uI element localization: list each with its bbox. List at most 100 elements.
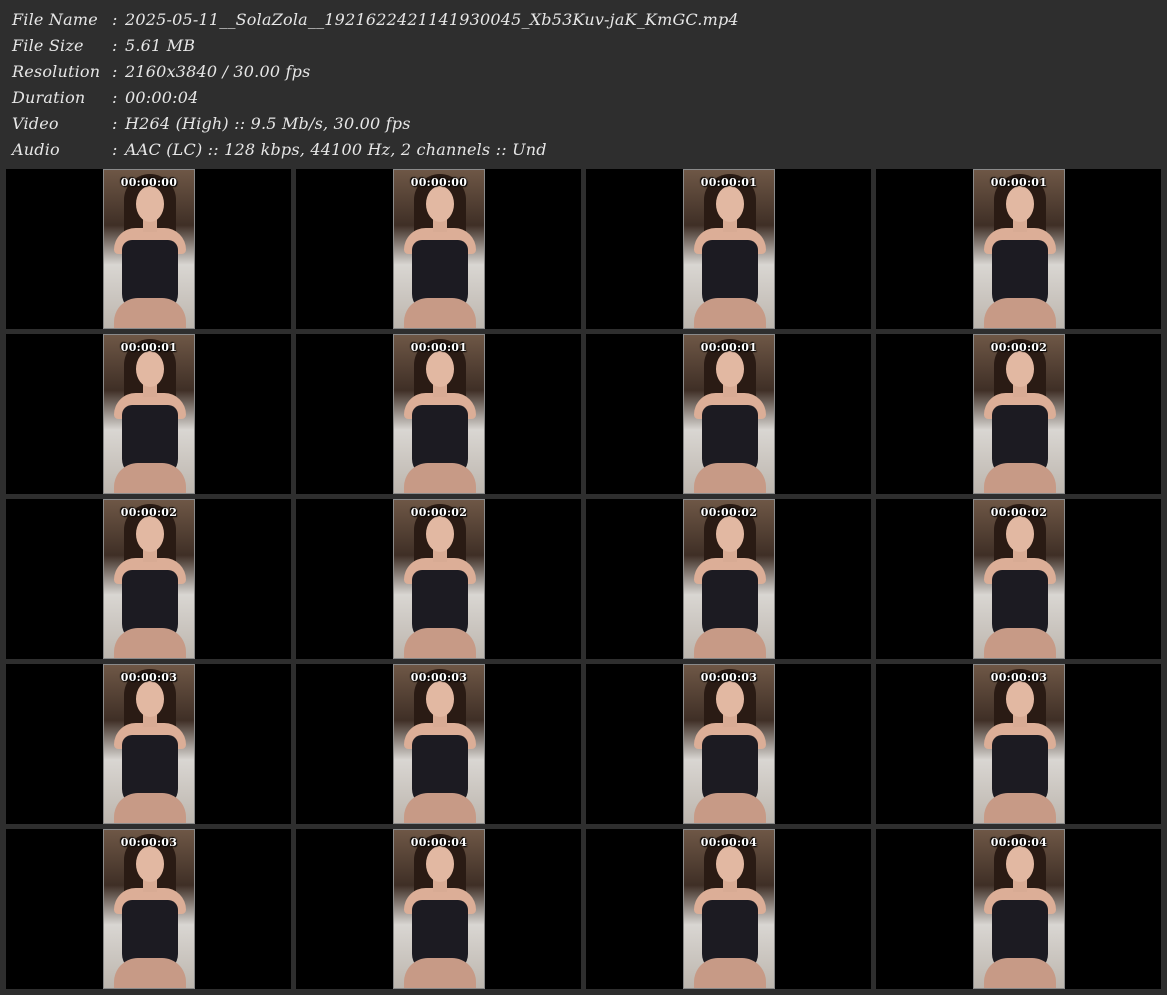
thumbnail-cell: 00:00:01 [586,334,871,494]
frame-shape [694,628,766,658]
frame-shape [136,186,164,222]
thumbnail-cell: 00:00:03 [6,829,291,989]
frame-shape [136,351,164,387]
thumbnail-cell: 00:00:02 [586,499,871,659]
thumbnail-cell: 00:00:03 [296,664,581,824]
frame-shape [426,516,454,552]
frame-shape [716,681,744,717]
frame-shape [716,186,744,222]
video-frame-thumbnail: 00:00:04 [683,829,775,989]
frame-shape [114,298,186,328]
frame-shape [694,958,766,988]
video-frame-thumbnail: 00:00:01 [103,334,195,494]
thumbnail-timestamp: 00:00:01 [700,341,758,354]
file-info-panel: File Name : 2025-05-11__SolaZola__192162… [12,7,1152,163]
frame-shape [1006,846,1034,882]
thumbnail-timestamp: 00:00:01 [990,176,1048,189]
thumbnail-grid: 00:00:00 00:00:00 00:00:01 00:00:01 00:00:01… [6,169,1164,989]
thumbnail-cell: 00:00:02 [6,499,291,659]
thumbnail-cell: 00:00:03 [876,664,1161,824]
info-value: 5.61 MB [125,36,196,55]
thumbnail-timestamp: 00:00:02 [700,506,758,519]
info-label: Audio [12,140,60,159]
frame-shape [984,298,1056,328]
info-value: 00:00:04 [125,88,199,107]
frame-shape [694,463,766,493]
thumbnail-timestamp: 00:00:04 [700,836,758,849]
video-frame-thumbnail: 00:00:01 [973,169,1065,329]
video-frame-thumbnail: 00:00:04 [393,829,485,989]
thumbnail-cell: 00:00:01 [876,169,1161,329]
video-frame-thumbnail: 00:00:03 [683,664,775,824]
info-label: File Name [12,10,98,29]
thumbnail-cell: 00:00:04 [586,829,871,989]
video-frame-thumbnail: 00:00:02 [973,334,1065,494]
frame-shape [114,793,186,823]
frame-shape [426,186,454,222]
thumbnail-cell: 00:00:04 [296,829,581,989]
frame-shape [1006,516,1034,552]
info-separator: : [112,88,118,107]
frame-shape [404,793,476,823]
info-separator: : [112,62,118,81]
frame-shape [694,793,766,823]
thumbnail-timestamp: 00:00:00 [410,176,468,189]
frame-shape [404,298,476,328]
thumbnail-cell: 00:00:04 [876,829,1161,989]
thumbnail-cell: 00:00:01 [586,169,871,329]
frame-shape [694,298,766,328]
thumbnail-cell: 00:00:03 [586,664,871,824]
info-separator: : [112,10,118,29]
thumbnail-cell: 00:00:00 [296,169,581,329]
frame-shape [114,958,186,988]
info-value: 2025-05-11__SolaZola__192162242114193004… [125,10,739,29]
frame-shape [984,628,1056,658]
video-frame-thumbnail: 00:00:03 [973,664,1065,824]
frame-shape [716,516,744,552]
thumbnail-timestamp: 00:00:01 [410,341,468,354]
video-frame-thumbnail: 00:00:02 [973,499,1065,659]
info-value: 2160x3840 / 30.00 fps [125,62,311,81]
info-label: Resolution [12,62,101,81]
thumbnail-timestamp: 00:00:02 [410,506,468,519]
frame-shape [984,793,1056,823]
info-row-duration: Duration : 00:00:04 [12,85,1152,111]
thumbnail-timestamp: 00:00:01 [700,176,758,189]
info-label: File Size [12,36,84,55]
frame-shape [984,958,1056,988]
info-row-audio: Audio : AAC (LC) :: 128 kbps, 44100 Hz, … [12,137,1152,163]
video-frame-thumbnail: 00:00:01 [683,169,775,329]
frame-shape [1006,351,1034,387]
thumbnail-cell: 00:00:00 [6,169,291,329]
info-value: AAC (LC) :: 128 kbps, 44100 Hz, 2 channe… [125,140,547,159]
thumbnail-cell: 00:00:02 [296,499,581,659]
frame-shape [984,463,1056,493]
frame-shape [426,681,454,717]
thumbnail-timestamp: 00:00:02 [990,341,1048,354]
info-row-file-size: File Size : 5.61 MB [12,33,1152,59]
video-frame-thumbnail: 00:00:03 [393,664,485,824]
thumbnail-timestamp: 00:00:03 [990,671,1048,684]
info-row-resolution: Resolution : 2160x3840 / 30.00 fps [12,59,1152,85]
info-value: H264 (High) :: 9.5 Mb/s, 30.00 fps [125,114,411,133]
frame-shape [1006,681,1034,717]
video-frame-thumbnail: 00:00:04 [973,829,1065,989]
frame-shape [136,681,164,717]
thumbnail-timestamp: 00:00:03 [700,671,758,684]
thumbnail-cell: 00:00:01 [296,334,581,494]
info-separator: : [112,114,118,133]
frame-shape [404,463,476,493]
video-frame-thumbnail: 00:00:03 [103,664,195,824]
thumbnail-timestamp: 00:00:03 [410,671,468,684]
thumbnail-timestamp: 00:00:00 [120,176,178,189]
thumbnail-timestamp: 00:00:02 [120,506,178,519]
video-frame-thumbnail: 00:00:00 [103,169,195,329]
video-frame-thumbnail: 00:00:01 [393,334,485,494]
video-frame-thumbnail: 00:00:02 [393,499,485,659]
frame-shape [404,958,476,988]
thumbnail-cell: 00:00:02 [876,334,1161,494]
thumbnail-timestamp: 00:00:04 [410,836,468,849]
info-separator: : [112,36,118,55]
frame-shape [716,351,744,387]
video-frame-thumbnail: 00:00:02 [683,499,775,659]
